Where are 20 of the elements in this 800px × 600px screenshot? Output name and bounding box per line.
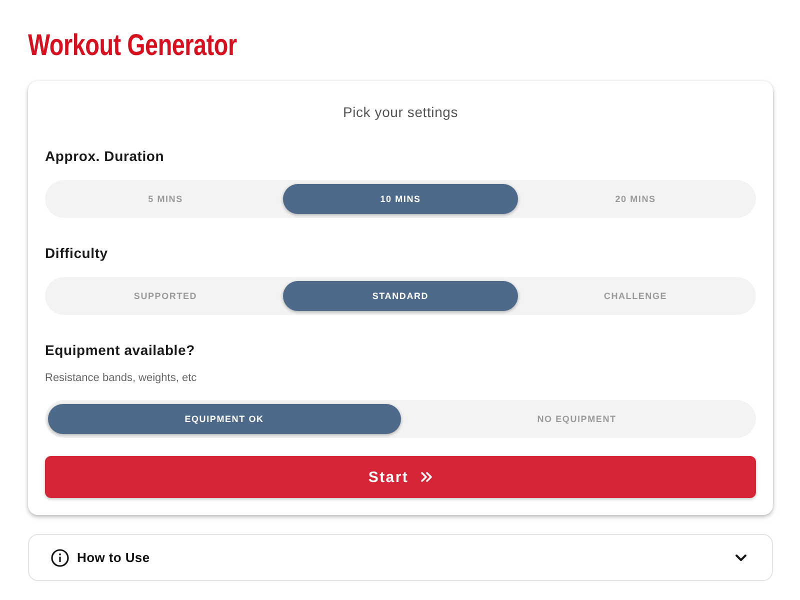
group-label: Difficulty (45, 244, 109, 262)
option-button[interactable]: NO EQUIPMENT (400, 404, 753, 434)
settings-heading: Pick your settings (342, 103, 460, 121)
option-button[interactable]: 10 MINS (283, 184, 518, 214)
double-chevron-icon (420, 472, 433, 482)
accordion-header[interactable]: How to Use (28, 534, 773, 581)
option-button[interactable]: CHALLENGE (518, 281, 753, 311)
option-button[interactable]: 20 MINS (518, 184, 753, 214)
option-button[interactable]: 5 MINS (48, 184, 283, 214)
chevron-icon (735, 554, 747, 562)
info-icon (51, 548, 69, 566)
accordion-label: How to Use (77, 550, 151, 565)
page-title: Workout Generator (28, 28, 237, 64)
group-hint: Resistance bands, weights, etc (45, 371, 198, 385)
option-button[interactable]: EQUIPMENT OK (48, 404, 400, 434)
start-button[interactable]: Start (45, 456, 756, 498)
option-button[interactable]: SUPPORTED (48, 281, 283, 311)
group-label: Equipment available? (45, 341, 196, 359)
group-label: Approx. Duration (45, 147, 166, 165)
option-button[interactable]: STANDARD (283, 281, 518, 311)
